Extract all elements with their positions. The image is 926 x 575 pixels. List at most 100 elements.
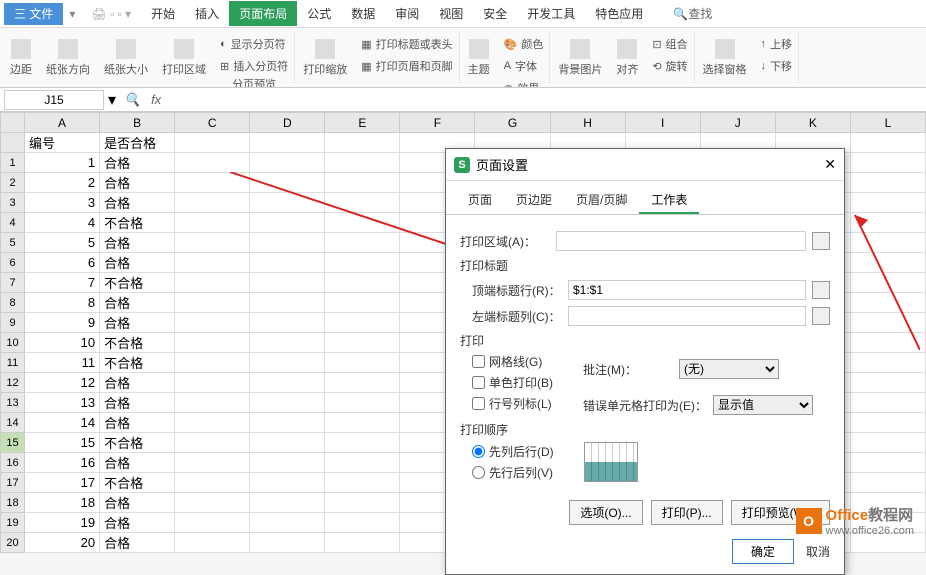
cell[interactable] bbox=[250, 393, 325, 413]
col-header[interactable]: A bbox=[25, 113, 100, 133]
cell[interactable] bbox=[325, 233, 400, 253]
col-header[interactable]: F bbox=[400, 113, 475, 133]
row-header[interactable]: 12 bbox=[1, 373, 25, 393]
cell[interactable] bbox=[175, 513, 250, 533]
cell[interactable] bbox=[250, 513, 325, 533]
file-menu[interactable]: 三 文件 bbox=[4, 3, 63, 25]
ok-button[interactable]: 确定 bbox=[732, 539, 794, 564]
cell[interactable]: 13 bbox=[25, 393, 100, 413]
cell[interactable] bbox=[850, 473, 925, 493]
cell[interactable] bbox=[325, 133, 400, 153]
tab-data[interactable]: 数据 bbox=[341, 1, 385, 26]
cell[interactable]: 合格 bbox=[100, 393, 175, 413]
cell[interactable]: 不合格 bbox=[100, 213, 175, 233]
tab-page-layout[interactable]: 页面布局 bbox=[229, 1, 297, 26]
themes-button[interactable]: 主题 bbox=[462, 37, 496, 79]
cell[interactable] bbox=[850, 333, 925, 353]
cell[interactable]: 11 bbox=[25, 353, 100, 373]
cell[interactable] bbox=[175, 313, 250, 333]
cell[interactable] bbox=[325, 353, 400, 373]
cell[interactable] bbox=[325, 453, 400, 473]
print-scale-button[interactable]: 打印缩放 bbox=[297, 37, 353, 79]
range-picker-icon[interactable] bbox=[812, 307, 830, 325]
cell[interactable]: 18 bbox=[25, 493, 100, 513]
cell[interactable] bbox=[250, 413, 325, 433]
cell[interactable] bbox=[250, 233, 325, 253]
row-header[interactable]: 8 bbox=[1, 293, 25, 313]
cell[interactable] bbox=[250, 133, 325, 153]
cell[interactable]: 15 bbox=[25, 433, 100, 453]
cell[interactable] bbox=[250, 313, 325, 333]
row-header[interactable]: 17 bbox=[1, 473, 25, 493]
row-header[interactable]: 7 bbox=[1, 273, 25, 293]
cell[interactable] bbox=[175, 253, 250, 273]
cell[interactable] bbox=[325, 293, 400, 313]
cell[interactable] bbox=[250, 473, 325, 493]
print-button[interactable]: 打印(P)... bbox=[651, 500, 723, 525]
col-header[interactable]: K bbox=[775, 113, 850, 133]
cell[interactable] bbox=[325, 513, 400, 533]
toolbar-icons[interactable]: 🖨 ▫ ▫ ▾ bbox=[81, 7, 141, 21]
cell[interactable]: 20 bbox=[25, 533, 100, 553]
cell[interactable]: 5 bbox=[25, 233, 100, 253]
colors-button[interactable]: 🎨 颜色 bbox=[502, 34, 546, 54]
cell[interactable]: 合格 bbox=[100, 493, 175, 513]
rotate-button[interactable]: ⟲ 旋转 bbox=[650, 56, 689, 76]
cell[interactable] bbox=[850, 233, 925, 253]
name-box-dropdown-icon[interactable]: ▾ bbox=[108, 90, 116, 110]
row-header[interactable]: 6 bbox=[1, 253, 25, 273]
col-header[interactable]: G bbox=[475, 113, 550, 133]
cell[interactable] bbox=[250, 453, 325, 473]
cell[interactable] bbox=[325, 153, 400, 173]
col-header[interactable]: E bbox=[325, 113, 400, 133]
cell[interactable]: 19 bbox=[25, 513, 100, 533]
row-header[interactable]: 19 bbox=[1, 513, 25, 533]
cell[interactable] bbox=[325, 393, 400, 413]
col-header[interactable]: C bbox=[175, 113, 250, 133]
cell[interactable]: 合格 bbox=[100, 373, 175, 393]
cell[interactable] bbox=[850, 213, 925, 233]
tab-formula[interactable]: 公式 bbox=[297, 1, 341, 26]
row-header[interactable]: 9 bbox=[1, 313, 25, 333]
cell[interactable] bbox=[325, 473, 400, 493]
col-header[interactable]: J bbox=[700, 113, 775, 133]
fonts-button[interactable]: A 字体 bbox=[502, 56, 546, 76]
range-picker-icon[interactable] bbox=[812, 281, 830, 299]
bw-checkbox[interactable]: 单色打印(B) bbox=[472, 374, 553, 391]
cell[interactable]: 是否合格 bbox=[100, 133, 175, 153]
cell[interactable]: 16 bbox=[25, 453, 100, 473]
col-header[interactable]: B bbox=[100, 113, 175, 133]
cell[interactable]: 合格 bbox=[100, 233, 175, 253]
row-header[interactable]: 3 bbox=[1, 193, 25, 213]
rowcol-checkbox[interactable]: 行号列标(L) bbox=[472, 395, 553, 412]
cell[interactable] bbox=[175, 413, 250, 433]
cell[interactable] bbox=[175, 193, 250, 213]
name-box[interactable]: J15 bbox=[4, 90, 104, 110]
cell[interactable] bbox=[325, 173, 400, 193]
tab-margins[interactable]: 页边距 bbox=[504, 187, 564, 214]
cell[interactable]: 2 bbox=[25, 173, 100, 193]
errors-select[interactable]: 显示值 bbox=[713, 395, 813, 415]
cell[interactable] bbox=[175, 333, 250, 353]
cell[interactable]: 7 bbox=[25, 273, 100, 293]
cell[interactable]: 合格 bbox=[100, 533, 175, 553]
order-over-radio[interactable]: 先行后列(V) bbox=[472, 464, 554, 481]
cell[interactable] bbox=[850, 453, 925, 473]
cell[interactable] bbox=[325, 533, 400, 553]
cell[interactable] bbox=[175, 453, 250, 473]
cell[interactable] bbox=[175, 153, 250, 173]
cell[interactable] bbox=[325, 313, 400, 333]
cell[interactable] bbox=[250, 533, 325, 553]
cell[interactable]: 不合格 bbox=[100, 433, 175, 453]
cell[interactable]: 不合格 bbox=[100, 473, 175, 493]
cell[interactable] bbox=[250, 373, 325, 393]
row-header[interactable]: 15 bbox=[1, 433, 25, 453]
tab-devtools[interactable]: 开发工具 bbox=[517, 1, 585, 26]
cell[interactable] bbox=[325, 193, 400, 213]
cell[interactable] bbox=[175, 353, 250, 373]
cell[interactable] bbox=[250, 333, 325, 353]
cell[interactable]: 3 bbox=[25, 193, 100, 213]
dialog-titlebar[interactable]: S 页面设置 ✕ bbox=[446, 149, 844, 181]
row-header[interactable]: 11 bbox=[1, 353, 25, 373]
cell[interactable] bbox=[325, 333, 400, 353]
